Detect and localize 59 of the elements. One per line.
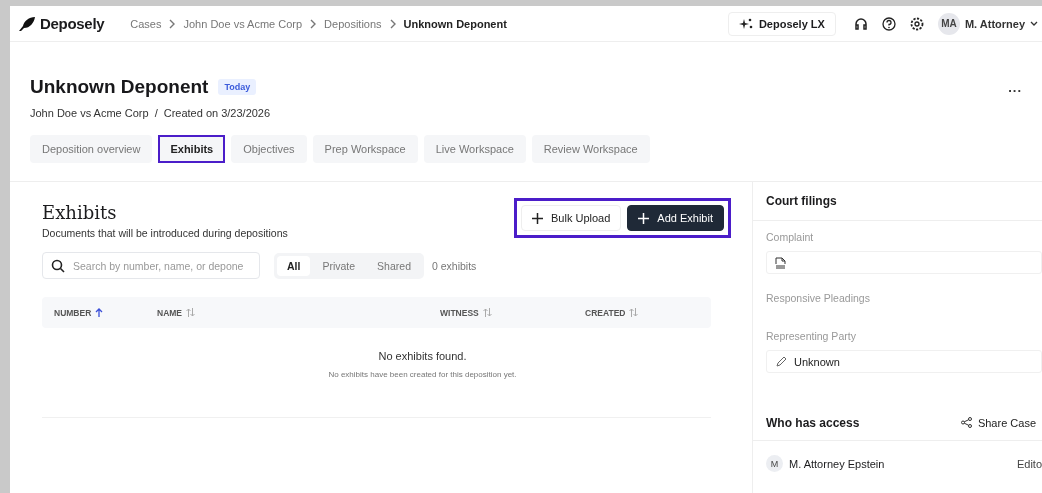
sparkle-icon: [738, 17, 753, 30]
chevron-right-icon: [388, 18, 397, 29]
member-avatar: M: [766, 455, 783, 472]
logo-text: Deposely: [40, 15, 105, 32]
breadcrumb-link[interactable]: Unknown Deponent: [403, 17, 507, 30]
headset-icon[interactable]: [853, 16, 868, 31]
tab[interactable]: Deposition overview: [30, 135, 153, 163]
plus-icon: [532, 212, 543, 224]
exhibit-count: 0 exhibits: [431, 259, 477, 272]
breadcrumb-link[interactable]: Cases: [130, 17, 162, 30]
search-field[interactable]: Search by number, name, or depone: [42, 252, 260, 279]
tab[interactable]: Prep Workspace: [312, 135, 418, 163]
case-name: John Doe vs Acme Corp: [30, 107, 149, 119]
section-subtitle: Documents that will be introduced during depositions: [42, 227, 288, 239]
tab[interactable]: Review Workspace: [531, 135, 650, 163]
panel-title: Court filings: [753, 182, 1042, 221]
column-header[interactable]: WITNESS: [440, 307, 585, 318]
settings-icon[interactable]: [909, 16, 924, 31]
more-button[interactable]: ...: [1008, 79, 1022, 95]
created-date: Created on 3/23/2026: [163, 107, 271, 119]
member-role: Edito: [1016, 457, 1042, 470]
share-button[interactable]: Share Case: [960, 416, 1042, 429]
chevron-right-icon: [168, 18, 177, 29]
field-label: Representing Party: [766, 330, 857, 342]
filter-tab[interactable]: Private: [312, 255, 366, 276]
feather-icon: [18, 15, 36, 32]
breadcrumb-link[interactable]: John Doe vs Acme Corp: [183, 17, 303, 30]
field-label: Complaint: [766, 231, 815, 243]
filter-tab[interactable]: Shared: [367, 255, 421, 276]
panel-title: Who has access: [766, 415, 860, 430]
pencil-icon: [775, 355, 787, 368]
chevron-right-icon: [309, 18, 318, 29]
page-title: Unknown Deponent: [30, 76, 209, 98]
empty-title: No exhibits found.: [378, 350, 467, 362]
column-header[interactable]: NUMBER: [54, 307, 157, 318]
column-header[interactable]: CREATED: [585, 307, 639, 318]
breadcrumb-link[interactable]: Depositions: [324, 17, 382, 30]
assistant-button[interactable]: Deposely LX: [727, 11, 836, 36]
user-menu-button[interactable]: MA M. Attorney: [937, 12, 1038, 35]
chevron-down-icon: [1030, 20, 1038, 27]
separator: /: [154, 107, 158, 119]
file-icon: [775, 256, 786, 269]
bulk-upload-button[interactable]: Bulk Upload: [521, 205, 622, 231]
file-field[interactable]: [766, 251, 1042, 274]
party-field[interactable]: Unknown: [766, 350, 1042, 373]
share-icon: [960, 417, 972, 428]
help-icon[interactable]: [881, 16, 896, 31]
section-title: Exhibits: [42, 202, 118, 223]
add-exhibit-button[interactable]: Add Exhibit: [627, 205, 724, 231]
empty-message: No exhibits have been created for this deposition yet.: [328, 370, 517, 379]
field-label: Responsive Pleadings: [766, 292, 871, 304]
tab[interactable]: Live Workspace: [423, 135, 526, 163]
filter-tab[interactable]: All: [277, 255, 311, 276]
tab[interactable]: Exhibits: [158, 135, 226, 163]
member-name: M. Attorney Epstein: [789, 457, 885, 470]
date-badge: Today: [218, 79, 257, 95]
plus-icon: [638, 212, 650, 224]
column-header[interactable]: NAME: [157, 307, 440, 318]
tab[interactable]: Objectives: [231, 135, 307, 163]
